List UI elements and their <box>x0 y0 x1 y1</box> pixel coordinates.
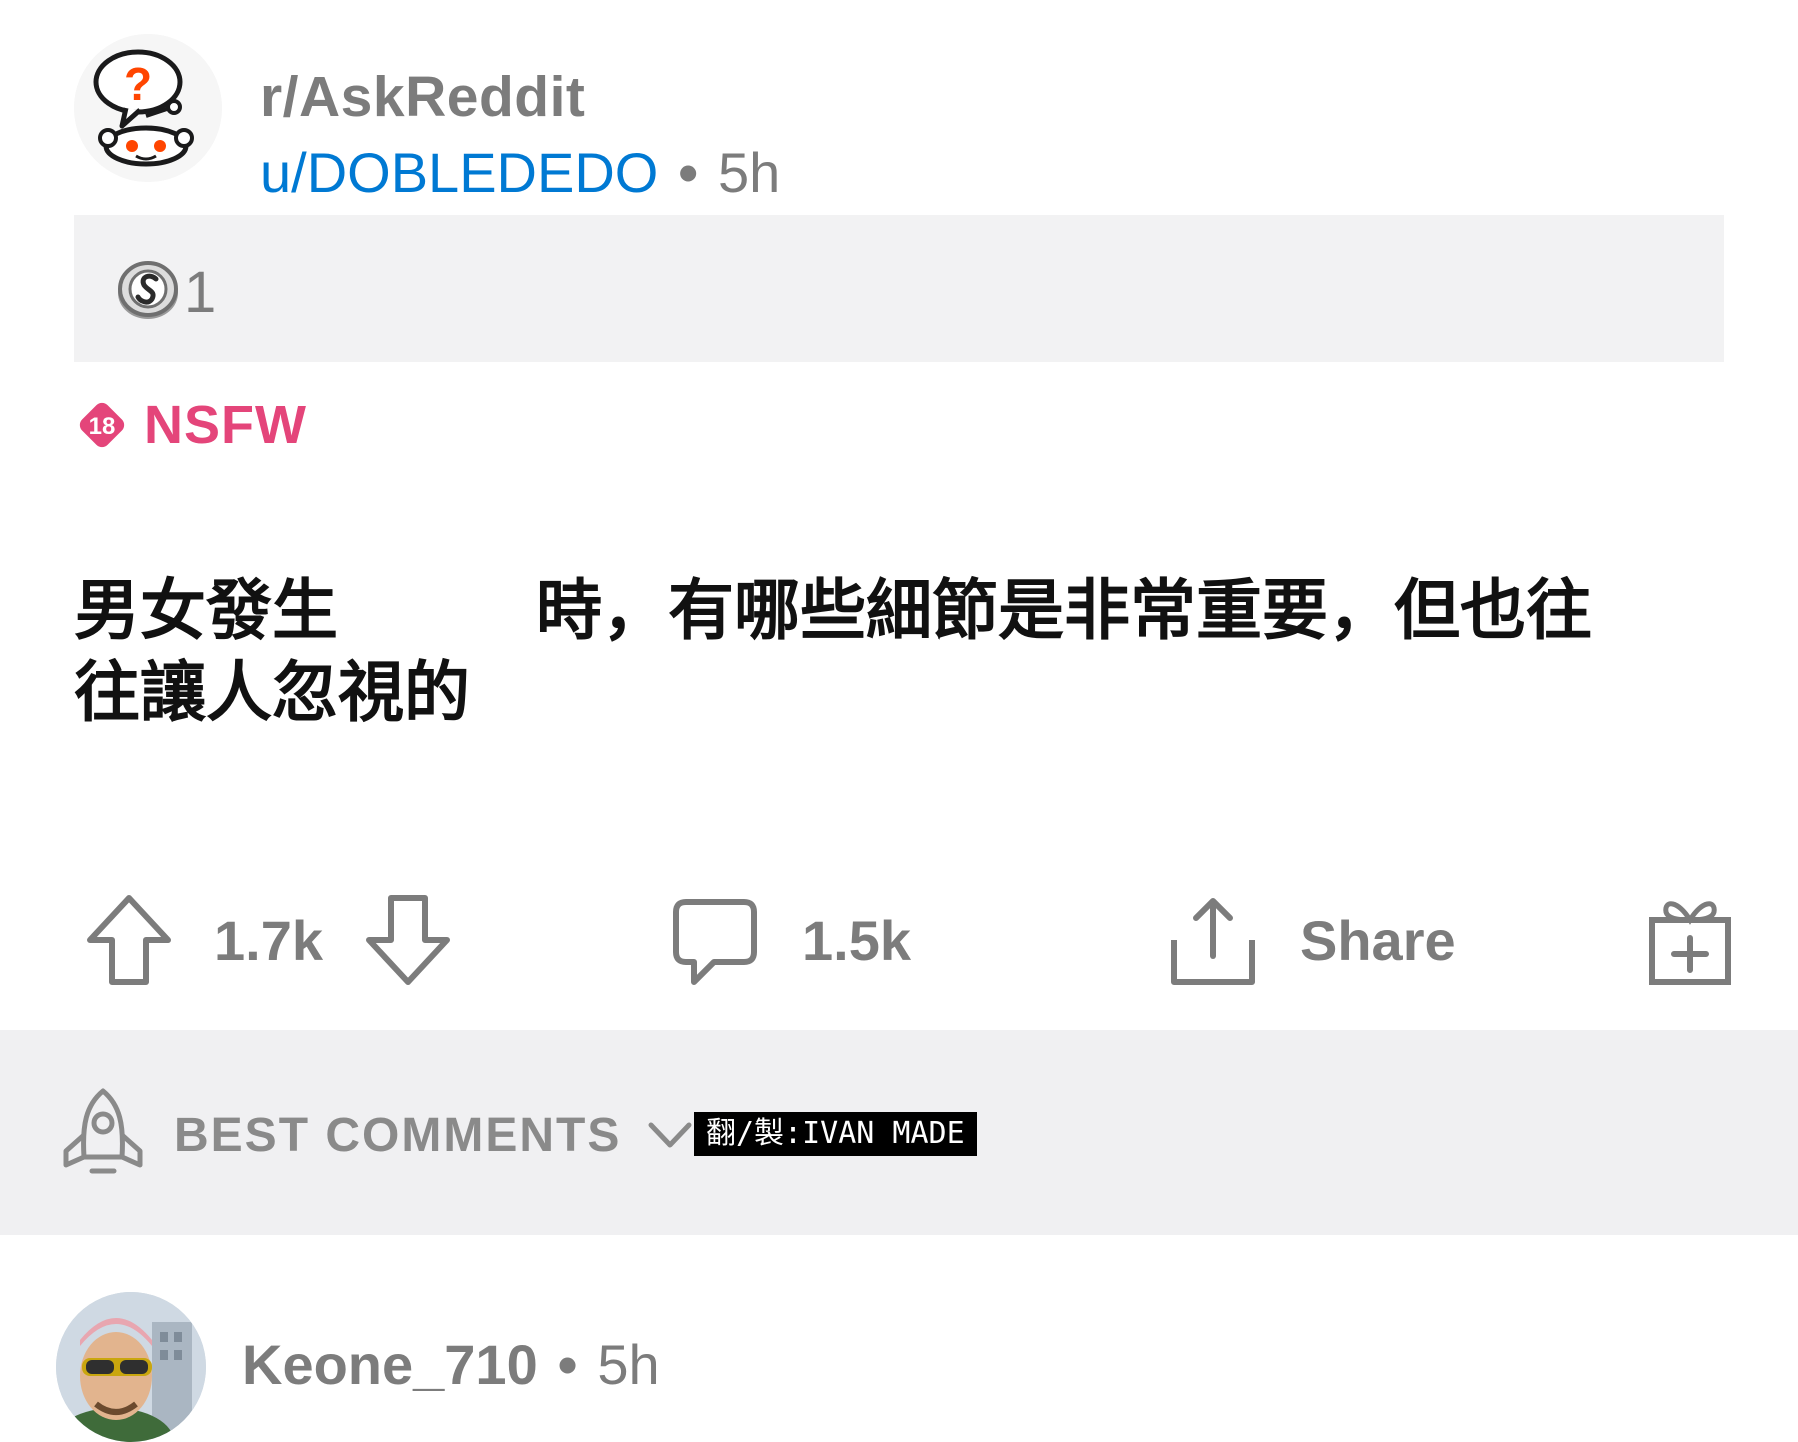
post-header: ? r/AskReddit u/DOBLEDEDO • 5h <box>74 30 974 204</box>
nsfw-18-badge-icon: 18 <box>74 397 130 453</box>
comment-meta: Keone_710 • 5h <box>242 1332 660 1397</box>
comment-age: 5h <box>597 1333 660 1396</box>
comment-sort-dropdown[interactable]: BEST COMMENTS <box>58 1085 695 1185</box>
silver-award-icon[interactable] <box>114 255 182 323</box>
post-meta: u/DOBLEDEDO • 5h <box>260 140 780 205</box>
nsfw-label: NSFW <box>144 395 307 455</box>
upvote-arrow-icon[interactable] <box>84 890 174 990</box>
award-count: 1 <box>184 260 217 325</box>
post-age: 5h <box>717 141 781 204</box>
comment-count: 1.5k <box>802 908 911 972</box>
comment-meta-separator: • <box>557 1333 578 1396</box>
awards-box: 1 <box>74 215 1724 362</box>
subreddit-avatar[interactable]: ? <box>74 34 222 182</box>
sort-label: BEST COMMENTS <box>174 1108 622 1162</box>
comment-header: Keone_710 • 5h <box>56 1292 956 1442</box>
share-label: Share <box>1300 908 1456 972</box>
nsfw-tag: 18 NSFW <box>74 390 307 460</box>
give-award-button[interactable] <box>1644 880 1734 1000</box>
share-icon <box>1171 898 1255 985</box>
share-button[interactable]: Share <box>1168 880 1456 1000</box>
vote-control: 1.7k <box>84 880 453 1000</box>
downvote-arrow-icon[interactable] <box>363 890 453 990</box>
post-title[interactable]: 男女發生 時，有哪些細節是非常重要，但也往往讓人忽視的 <box>74 570 1634 734</box>
author-link[interactable]: u/DOBLEDEDO <box>260 141 658 204</box>
svg-text:?: ? <box>124 58 152 110</box>
meta-separator: • <box>678 141 698 204</box>
gift-award-icon <box>1649 901 1731 985</box>
comments-button[interactable]: 1.5k <box>670 880 911 1000</box>
chevron-down-icon <box>648 1122 692 1148</box>
rocket-icon <box>63 1088 143 1174</box>
vote-score: 1.7k <box>214 908 323 972</box>
askreddit-snoo-icon: ? <box>74 34 222 182</box>
comment-bubble-icon <box>673 899 757 985</box>
nsfw-badge-text: 18 <box>89 413 116 440</box>
commenter-username[interactable]: Keone_710 <box>242 1333 538 1396</box>
watermark-label: 翻/製:IVAN MADE <box>694 1112 977 1156</box>
post-action-bar: 1.7k 1.5k Share <box>74 880 1734 1000</box>
subreddit-name[interactable]: r/AskReddit <box>260 64 585 130</box>
